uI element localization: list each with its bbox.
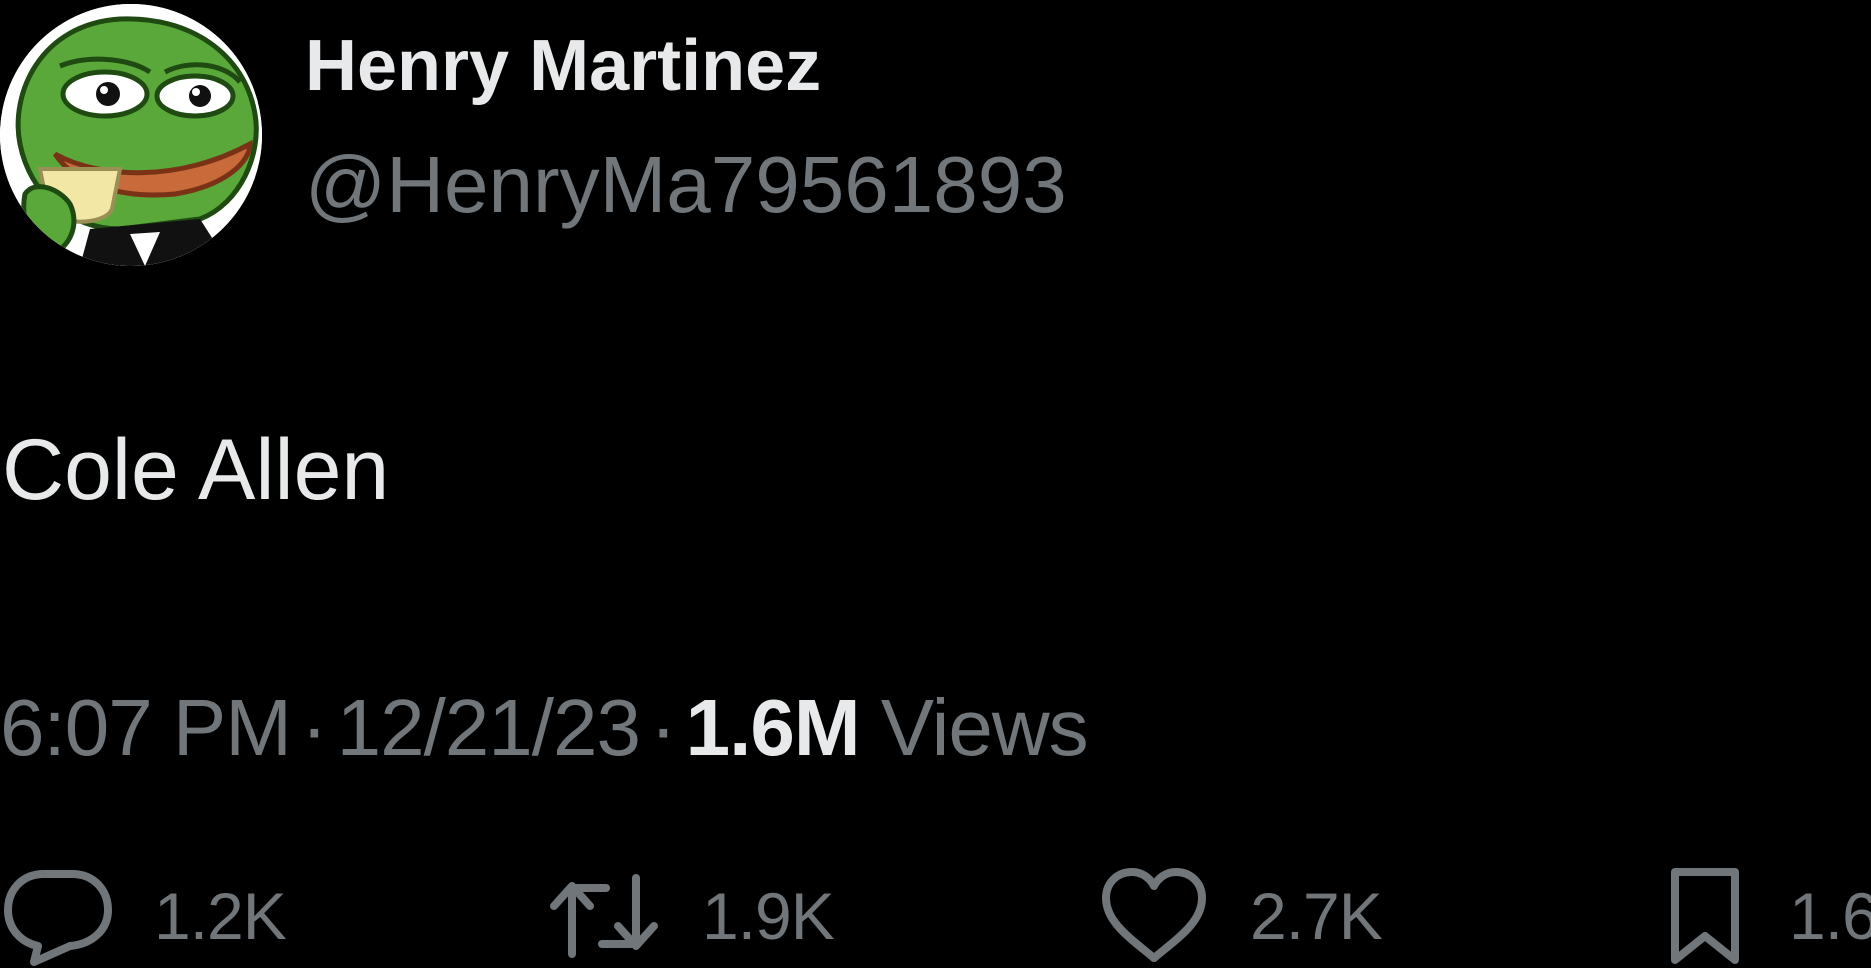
user-handle[interactable]: @HenryMa79561893 — [305, 145, 1067, 225]
avatar[interactable] — [0, 4, 262, 266]
like-button[interactable]: 2.7K — [1100, 866, 1383, 966]
heart-icon — [1102, 868, 1206, 962]
tweet-date[interactable]: 12/21/23 — [337, 683, 641, 772]
display-name[interactable]: Henry Martinez — [305, 30, 821, 102]
bookmark-count: 1.6 — [1789, 879, 1871, 953]
tweet-text: Cole Allen — [2, 422, 390, 518]
retweet-button[interactable]: 1.9K — [548, 866, 835, 966]
views-count: 1.6M — [685, 683, 861, 772]
retweet-count: 1.9K — [702, 879, 835, 953]
bookmark-button[interactable]: 1.6 — [1665, 866, 1871, 966]
views-label: Views — [880, 683, 1089, 772]
tweet-metadata: 6:07 PM · 12/21/23 · 1.6M Views — [0, 688, 1089, 768]
retweet-icon — [550, 874, 658, 958]
bookmark-icon — [1671, 868, 1739, 964]
separator: · — [649, 683, 677, 772]
reply-button[interactable]: 1.2K — [4, 866, 287, 966]
reply-count: 1.2K — [154, 879, 287, 953]
tweet-time[interactable]: 6:07 PM — [0, 683, 292, 772]
like-count: 2.7K — [1250, 879, 1383, 953]
reply-icon — [4, 870, 112, 966]
pepe-frog-avatar-icon — [0, 4, 262, 266]
separator: · — [300, 683, 328, 772]
